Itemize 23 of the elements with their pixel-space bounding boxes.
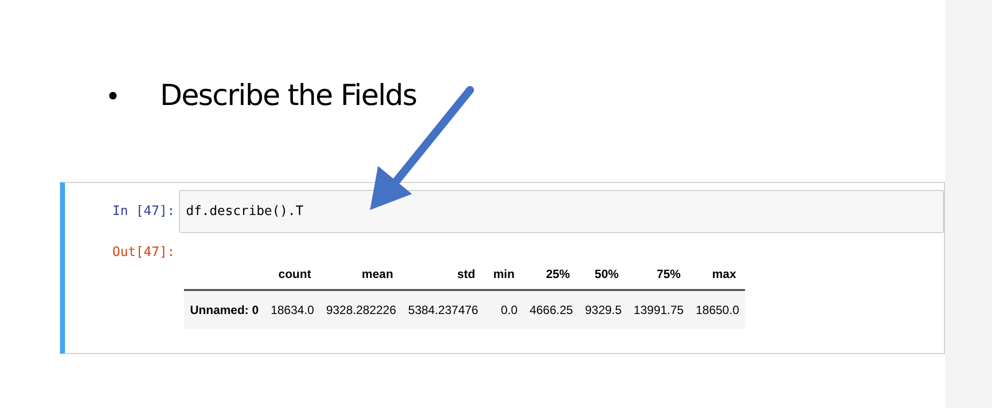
table-cell: 4666.25 — [524, 290, 579, 329]
column-header: 75% — [628, 259, 690, 290]
table-cell: 9329.5 — [578, 290, 628, 329]
column-header: max — [690, 259, 746, 290]
column-header: std — [402, 259, 484, 290]
column-header: min — [484, 259, 524, 290]
row-header: Unnamed: 0 — [184, 290, 265, 329]
table-cell: 0.0 — [484, 290, 524, 329]
input-prompt: In [47]: — [111, 202, 176, 221]
column-header: count — [264, 259, 320, 290]
table-cell: 13991.75 — [628, 290, 690, 329]
table-cell: 9328.282226 — [320, 290, 402, 329]
table-cell: 18634.0 — [264, 290, 320, 329]
code-text: df.describe().T — [186, 202, 304, 221]
slide-heading: Describe the Fields — [160, 77, 417, 114]
code-input-field[interactable]: df.describe().T — [179, 190, 944, 233]
table-cell: 18650.0 — [690, 290, 746, 329]
output-prompt: Out[47]: — [111, 244, 176, 262]
bullet-mark: • — [108, 79, 119, 113]
column-header: mean — [320, 259, 402, 290]
column-header: 25% — [524, 259, 579, 290]
table-cell: 5384.237476 — [402, 290, 484, 329]
column-header: 50% — [578, 259, 628, 290]
